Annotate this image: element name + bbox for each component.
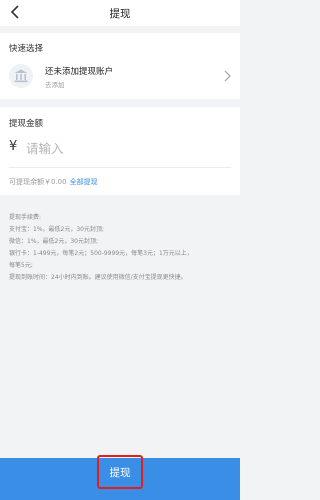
withdraw-submit-button[interactable]: 提现 [0,458,240,486]
fee-line: 提现到账时间：24小时内到账。建议使用微信/支付宝提现更快捷。 [9,274,187,281]
amount-input[interactable] [26,137,226,159]
submit-label: 提现 [109,466,131,479]
account-status-text: 还未添加提现账户 [45,67,114,77]
back-button[interactable] [6,3,24,21]
currency-symbol: ¥ [9,139,18,154]
bank-icon [9,64,33,88]
fee-line: 银行卡：1-499元，每笔2元；500-9999元，每笔3元；1万元以上， [9,250,193,257]
fee-line: 提现手续费: [9,214,42,221]
chevron-left-icon [10,5,19,19]
fee-line: 每笔5元; [9,262,33,269]
fee-line: 微信：1%，最低2元，30元封顶; [9,238,98,245]
balance-row: 可提现余额￥0.00 全部提现 [9,177,98,187]
add-account-link[interactable]: 去添加 [45,79,65,89]
balance-text: 可提现余额￥0.00 [9,178,67,186]
quick-select-card: 快速选择 还未添加提现账户 去添加 [0,33,240,99]
divider [9,167,231,168]
amount-label: 提现金额 [9,119,44,129]
amount-card: 提现金额 ¥ 可提现余额￥0.00全部提现 [0,107,240,195]
bottom-action-bar: 提现 [0,455,240,500]
withdraw-all-link[interactable]: 全部提现 [70,178,98,186]
quick-select-label: 快速选择 [9,44,44,54]
fee-line: 支付宝：1%，最低2元，30元封顶; [9,226,104,233]
add-account-row[interactable]: 还未添加提现账户 去添加 [0,59,240,95]
chevron-right-icon [224,70,231,82]
top-nav-bar: 提现 [0,0,240,26]
fee-notes: 提现手续费: 支付宝：1%，最低2元，30元封顶; 微信：1%，最低2元，30元… [9,212,235,284]
page-title: 提现 [109,7,131,20]
